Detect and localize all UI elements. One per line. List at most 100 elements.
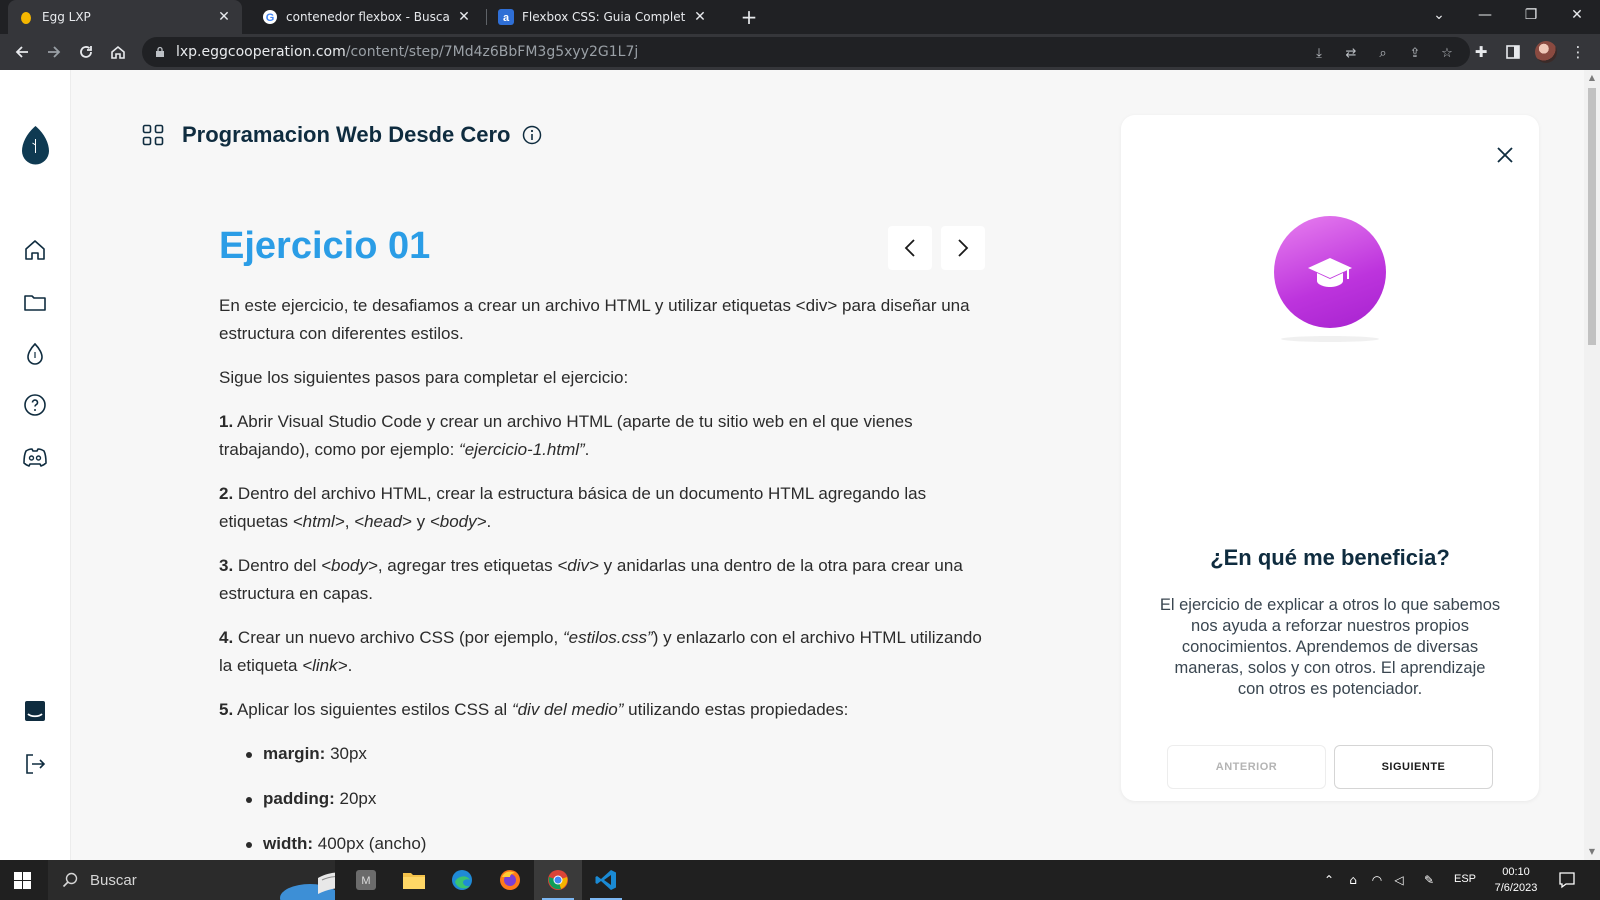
firefox-icon (500, 870, 520, 890)
step-number: 3. (219, 556, 234, 575)
share-icon[interactable]: ⇪ (1406, 44, 1424, 62)
folder-icon[interactable] (22, 289, 48, 315)
scroll-down-icon[interactable]: ▼ (1588, 848, 1596, 856)
install-icon[interactable]: ⤓ (1310, 44, 1328, 62)
benefit-card: ¿En qué me beneficia? El ejercicio de ex… (1121, 115, 1539, 801)
grid-menu-icon[interactable] (142, 124, 164, 146)
menu-kebab-icon[interactable]: ⋮ (1568, 42, 1588, 62)
discord-icon[interactable] (22, 444, 48, 470)
css-property-value: 20px (334, 789, 377, 808)
svg-text:G: G (266, 12, 275, 24)
step-code-text: “estilos.css” (562, 628, 653, 647)
next-step-button[interactable] (941, 226, 985, 270)
step-text: . (584, 440, 590, 459)
next-button[interactable]: SIGUIENTE (1334, 745, 1493, 789)
address-bar[interactable]: lxp.eggcooperation.com/content/step/7Md4… (142, 37, 1470, 67)
chevron-left-icon (904, 239, 915, 257)
step-number: 2. (219, 484, 234, 503)
taskbar-edge[interactable] (438, 860, 486, 900)
taskbar-firefox[interactable] (486, 860, 534, 900)
step-text: Crear un nuevo archivo CSS (por ejemplo, (233, 628, 563, 647)
close-icon[interactable]: ✕ (216, 9, 232, 25)
tab-egg-lxp[interactable]: Egg LXP ✕ (8, 0, 242, 34)
logout-icon[interactable] (22, 751, 48, 777)
wifi-icon[interactable]: ◠ (1368, 871, 1386, 889)
tab-title: Flexbox CSS: Guia Completo, Elem (522, 10, 686, 24)
taskbar-app-m[interactable]: M (342, 860, 390, 900)
back-arrow-icon[interactable] (8, 38, 36, 66)
forward-arrow-icon[interactable] (40, 38, 68, 66)
chrome-icon (548, 870, 568, 890)
reload-icon[interactable] (72, 38, 100, 66)
tab-flexbox-guide[interactable]: a Flexbox CSS: Guia Completo, Elem ✕ (488, 0, 718, 34)
taskbar-file-explorer[interactable] (390, 860, 438, 900)
bookmark-star-icon[interactable]: ☆ (1438, 44, 1456, 62)
url-host: lxp.eggcooperation.com (176, 44, 346, 60)
close-icon[interactable] (1493, 143, 1517, 167)
egg-logo-icon[interactable] (21, 125, 50, 165)
pen-ink-icon[interactable]: ✎ (1420, 871, 1438, 889)
taskbar-search[interactable]: Buscar (48, 860, 335, 900)
step-text: y (411, 512, 430, 531)
search-icon (62, 872, 78, 888)
left-nav-rail (0, 70, 71, 860)
volume-icon[interactable]: ◁ (1390, 871, 1408, 889)
scrollbar-thumb[interactable] (1588, 88, 1596, 345)
extensions-puzzle-icon[interactable]: ✚ (1471, 42, 1491, 62)
taskbar-vscode[interactable] (582, 860, 630, 900)
css-property-name: padding: (263, 789, 335, 808)
tab-separator (486, 9, 487, 25)
inbox-icon[interactable] (22, 698, 48, 724)
egg-icon[interactable] (22, 341, 48, 367)
step-text: , agregar tres etiquetas (377, 556, 558, 575)
css-property-item: padding: 20px (244, 785, 989, 813)
tab-google-search[interactable]: G contenedor flexbox - Buscar con ✕ (252, 0, 482, 34)
meet-now-icon[interactable]: ⌂ (1344, 871, 1362, 889)
css-property-value: 30px (325, 744, 367, 763)
home-icon[interactable] (22, 237, 48, 263)
zoom-icon[interactable]: ⌕ (1374, 44, 1392, 62)
previous-step-button[interactable] (888, 226, 932, 270)
step-code-text: “ejercicio-1.html” (459, 440, 585, 459)
window-close-icon[interactable]: ✕ (1554, 0, 1600, 30)
tab-search-chevron-icon[interactable]: ⌄ (1416, 0, 1462, 30)
graduation-badge (1274, 216, 1386, 328)
home-icon[interactable] (104, 38, 132, 66)
scroll-up-icon[interactable]: ▲ (1588, 74, 1596, 82)
taskbar-chrome[interactable] (534, 860, 582, 900)
side-panel-icon[interactable] (1503, 42, 1523, 62)
step-text: utilizando estas propiedades: (623, 700, 849, 719)
folder-icon (403, 873, 425, 889)
browser-toolbar: lxp.eggcooperation.com/content/step/7Md4… (0, 34, 1600, 70)
vscode-icon (595, 870, 616, 890)
graduation-cap-icon (1308, 258, 1352, 287)
new-tab-button[interactable]: + (736, 4, 762, 30)
clock-date: 7/6/2023 (1494, 882, 1538, 894)
css-properties-list: margin: 30px padding: 20px width: 400px (a… (244, 740, 989, 858)
info-icon[interactable] (522, 125, 542, 145)
show-hidden-icons-chevron-icon[interactable]: ⌃ (1320, 871, 1338, 889)
minimize-icon[interactable]: — (1462, 0, 1508, 30)
css-property-value: 400px (ancho) (313, 834, 427, 853)
tab-title: Egg LXP (42, 10, 91, 24)
step-item: 2. Dentro del archivo HTML, crear la est… (219, 480, 989, 536)
tab-title: contenedor flexbox - Buscar con (286, 10, 450, 24)
profile-avatar[interactable] (1535, 41, 1557, 63)
previous-button[interactable]: ANTERIOR (1167, 745, 1326, 789)
close-icon[interactable]: ✕ (456, 9, 472, 25)
close-icon[interactable]: ✕ (692, 9, 708, 25)
windows-start-icon[interactable] (14, 872, 31, 889)
step-code-text: <link> (302, 656, 348, 675)
step-text: , (344, 512, 355, 531)
help-icon[interactable] (22, 392, 48, 418)
translate-icon[interactable]: ⇄ (1342, 44, 1360, 62)
restore-icon[interactable]: ❐ (1508, 0, 1554, 30)
css-property-item: width: 400px (ancho) (244, 830, 989, 858)
notification-center-icon[interactable] (1558, 871, 1576, 889)
page-scrollbar[interactable]: ▲ ▼ (1584, 70, 1600, 860)
input-language[interactable]: ESP (1454, 873, 1476, 885)
lock-icon (156, 46, 164, 57)
system-clock[interactable]: 00:10 7/6/2023 (1484, 864, 1548, 896)
step-item: 5. Aplicar los siguientes estilos CSS al… (219, 696, 989, 724)
step-text: Aplicar los siguientes estilos CSS al (233, 700, 512, 719)
